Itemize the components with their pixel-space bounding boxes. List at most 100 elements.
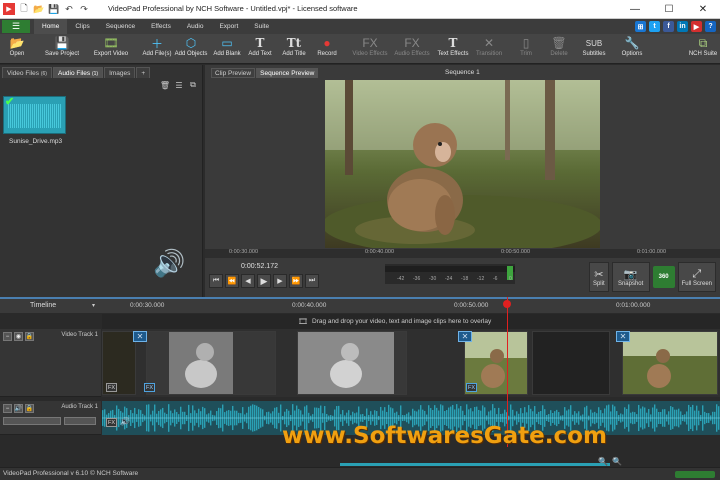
track-lock-icon[interactable]: 🔒: [25, 404, 34, 413]
tab-sequence-preview[interactable]: Sequence Preview: [256, 68, 319, 78]
add-files-button[interactable]: ＋ Add File(s): [141, 35, 173, 63]
open-button[interactable]: 📂 Open: [3, 35, 31, 63]
video-clip[interactable]: [297, 331, 407, 395]
text-effects-button[interactable]: T Text Effects: [435, 35, 471, 63]
transition-marker-icon[interactable]: ✕: [616, 331, 630, 342]
pan-slider[interactable]: [64, 417, 96, 425]
close-button[interactable]: ✕: [686, 0, 720, 19]
timeline-ruler[interactable]: Timeline ▾ 0:00:30.000 0:00:40.000 0:00:…: [0, 297, 720, 313]
twitter-icon[interactable]: t: [649, 21, 660, 32]
watermark-text: www.SoftwaresGate.com: [282, 423, 607, 449]
collapse-track-icon[interactable]: −: [3, 404, 12, 413]
sequence-title: Sequence 1: [445, 69, 480, 76]
mute-icon[interactable]: 🔊: [14, 404, 23, 413]
add-objects-button[interactable]: ⬡ Add Objects: [172, 35, 210, 63]
tab-export[interactable]: Export: [211, 19, 246, 34]
save-project-button[interactable]: 💾 Save Project: [40, 35, 84, 63]
add-text-button[interactable]: T Add Text: [245, 35, 275, 63]
tab-sequence[interactable]: Sequence: [98, 19, 143, 34]
minimize-button[interactable]: —: [618, 0, 652, 19]
nch-suite-button[interactable]: ⧉ NCH Suite: [688, 35, 718, 63]
playhead-handle[interactable]: [503, 300, 511, 308]
help-icon[interactable]: ?: [705, 21, 716, 32]
volume-slider[interactable]: [3, 417, 61, 425]
step-back-button[interactable]: ◀: [241, 274, 255, 288]
snapshot-button[interactable]: 📷 Snapshot: [611, 262, 650, 292]
overlay-track[interactable]: 🎞 Drag and drop your video, text and ima…: [102, 314, 720, 329]
split-button[interactable]: ✂ Split: [588, 262, 609, 292]
transition-button[interactable]: ✕ Transition: [473, 35, 505, 63]
collapse-track-icon[interactable]: −: [3, 332, 12, 341]
trim-button[interactable]: ▯ Trim: [516, 35, 536, 63]
linkedin-icon[interactable]: in: [677, 21, 688, 32]
add-title-button[interactable]: Tt Add Title: [280, 35, 308, 63]
go-to-end-button[interactable]: ⏭: [305, 274, 319, 288]
delete-button[interactable]: 🗑 Delete: [547, 35, 571, 63]
fx-badge[interactable]: FX: [144, 383, 155, 392]
add-bin-tab[interactable]: +: [136, 67, 151, 78]
tab-suite[interactable]: Suite: [246, 19, 277, 34]
audio-effects-button[interactable]: FX Audio Effects: [393, 35, 431, 63]
youtube-icon[interactable]: ▶: [691, 21, 702, 32]
tab-clips[interactable]: Clips: [67, 19, 97, 34]
open-folder-icon[interactable]: 📂: [33, 3, 45, 15]
tab-audio-files[interactable]: Audio Files (1): [52, 67, 104, 78]
timeline-label: Timeline: [30, 302, 57, 309]
fx-badge[interactable]: FX: [106, 418, 117, 427]
fx-badge[interactable]: FX: [106, 383, 117, 392]
audio-clip-thumbnail[interactable]: ✔: [3, 96, 66, 134]
open-icon: 📂: [9, 36, 25, 50]
new-file-icon[interactable]: 🗋: [18, 3, 30, 15]
subtitles-button[interactable]: SUB Subtitles: [580, 35, 608, 63]
transition-marker-icon[interactable]: ✕: [133, 331, 147, 342]
tab-images[interactable]: Images: [104, 67, 136, 78]
add-title-icon: Tt: [286, 36, 302, 50]
maximize-button[interactable]: ☐: [652, 0, 686, 19]
record-button[interactable]: ● Record: [315, 35, 339, 63]
tab-clip-preview[interactable]: Clip Preview: [211, 68, 256, 78]
options-button[interactable]: 🔧 Options: [618, 35, 646, 63]
title-bar: ▶ 🗋 📂 💾 ↶ ↷ VideoPad Professional by NCH…: [0, 0, 720, 19]
save-icon[interactable]: 💾: [48, 3, 60, 15]
play-button[interactable]: ▶: [257, 274, 271, 288]
full-screen-button[interactable]: ⤢ Full Screen: [677, 262, 716, 292]
video-clip[interactable]: [146, 331, 276, 395]
transition-marker-icon[interactable]: ✕: [458, 331, 472, 342]
track-visibility-icon[interactable]: ◉: [14, 332, 23, 341]
audio-track-name: Audio Track 1: [61, 404, 98, 410]
zoom-out-icon[interactable]: 🔍: [612, 457, 622, 466]
video-clip[interactable]: [622, 331, 718, 395]
step-forward-button[interactable]: ▶: [273, 274, 287, 288]
track-lock-icon[interactable]: 🔒: [25, 332, 34, 341]
export-video-button[interactable]: 🎞 Export Video: [91, 35, 131, 63]
previous-frame-button[interactable]: ⏪: [225, 274, 239, 288]
preview-ruler[interactable]: 0:00:30.000 0:00:40.000 0:00:50.000 0:01…: [205, 249, 720, 258]
transition-icon: ✕: [483, 36, 495, 50]
undo-icon[interactable]: ↶: [63, 3, 75, 15]
facebook-icon[interactable]: f: [663, 21, 674, 32]
zoom-in-icon[interactable]: 🔍: [598, 457, 608, 466]
list-view-icon[interactable]: ☰: [174, 80, 184, 90]
video-clip[interactable]: [532, 331, 610, 395]
video-frame[interactable]: [325, 80, 600, 248]
tab-effects[interactable]: Effects: [143, 19, 179, 34]
windows-icon[interactable]: ⊞: [635, 21, 646, 32]
add-blank-button[interactable]: ▭ Add Blank: [212, 35, 242, 63]
main-menu-button[interactable]: ☰: [2, 20, 30, 33]
tab-home[interactable]: Home: [34, 19, 68, 34]
go-to-start-button[interactable]: ⏮: [209, 274, 223, 288]
fx-badge[interactable]: FX: [466, 383, 477, 392]
zoom-slider[interactable]: [675, 471, 715, 478]
audio-speaker-icon[interactable]: 🔊: [120, 417, 130, 426]
timeline-dropdown-icon[interactable]: ▾: [92, 302, 95, 309]
vr-360-button[interactable]: 360: [652, 266, 675, 288]
timeline-scrollbar[interactable]: [340, 463, 610, 466]
redo-icon[interactable]: ↷: [78, 3, 90, 15]
next-frame-button[interactable]: ⏩: [289, 274, 303, 288]
video-effects-button[interactable]: FX Video Effects: [351, 35, 389, 63]
undock-icon[interactable]: ⧉: [188, 80, 198, 90]
video-track: ✕ ✕ ✕ FX FX FX: [102, 329, 720, 397]
tab-audio[interactable]: Audio: [179, 19, 212, 34]
tab-video-files[interactable]: Video Files (6): [2, 67, 52, 78]
delete-bin-icon[interactable]: 🗑: [160, 80, 170, 90]
